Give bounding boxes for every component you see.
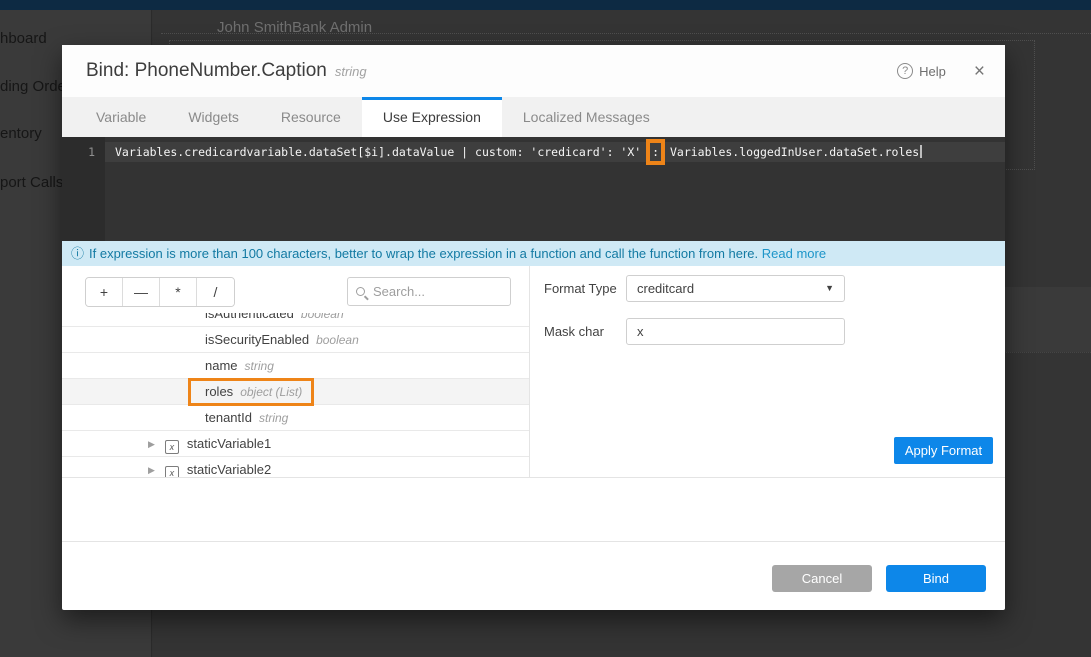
- tree-row-tenantid[interactable]: tenantId string: [62, 405, 529, 431]
- info-text: If expression is more than 100 character…: [89, 246, 758, 261]
- screen: hboard ding Order entory port Calls John…: [0, 0, 1091, 657]
- format-type-label: Format Type: [544, 281, 617, 296]
- apply-format-button[interactable]: Apply Format: [894, 437, 993, 464]
- tree-item-type: object (List): [240, 385, 302, 399]
- variable-icon: x: [165, 440, 179, 454]
- tree-item-type: string: [245, 359, 274, 373]
- chevron-right-icon[interactable]: ▶: [148, 439, 155, 449]
- expression-editor[interactable]: 1 Variables.credicardvariable.dataSet[$i…: [62, 137, 1005, 241]
- tree-item-name: isSecurityEnabled: [205, 332, 309, 347]
- tab-use-expression[interactable]: Use Expression: [362, 97, 502, 137]
- tree-item-name: name: [205, 358, 238, 373]
- tab-localized-messages[interactable]: Localized Messages: [502, 97, 671, 137]
- plus-operator-button[interactable]: +: [86, 278, 123, 306]
- multiply-operator-button[interactable]: *: [160, 278, 197, 306]
- info-icon: ⓘ: [71, 246, 84, 261]
- format-type-select[interactable]: creditcard ▼: [626, 275, 845, 302]
- mask-char-label: Mask char: [544, 324, 604, 339]
- minus-operator-button[interactable]: —: [123, 278, 160, 306]
- dialog-title-text: Bind: PhoneNumber.Caption: [86, 60, 327, 81]
- editor-line-number: 1: [62, 142, 95, 162]
- app-topbar: [0, 0, 1091, 10]
- bind-dialog: Bind: PhoneNumber.Caption string ? Help ×…: [62, 45, 1005, 610]
- tab-widgets[interactable]: Widgets: [167, 97, 260, 137]
- tree-row-name[interactable]: name string: [62, 353, 529, 379]
- text-cursor: [920, 145, 922, 158]
- tree-item-name: isAuthenticated: [205, 313, 294, 321]
- sidebar-item-pending-orders: ding Order: [0, 78, 71, 95]
- dialog-footer: Cancel Bind: [62, 541, 1005, 610]
- tree-item-name: staticVariable1: [187, 436, 271, 451]
- search-box: [347, 277, 511, 306]
- operator-group: + — * /: [85, 277, 235, 307]
- chevron-down-icon: ▼: [825, 276, 834, 301]
- variable-icon: x: [165, 466, 179, 477]
- cancel-button[interactable]: Cancel: [772, 565, 872, 592]
- tree-row-staticvariable2[interactable]: ▶ x staticVariable2: [62, 457, 529, 477]
- tab-variable[interactable]: Variable: [75, 97, 167, 137]
- tree-row-roles[interactable]: roles object (List): [62, 379, 529, 405]
- tree-item-name: roles: [205, 384, 233, 399]
- read-more-link[interactable]: Read more: [762, 246, 826, 261]
- format-panel: Format Type creditcard ▼ Mask char Apply…: [531, 266, 1005, 477]
- divide-operator-button[interactable]: /: [197, 278, 234, 306]
- tree-row-isauthenticated[interactable]: isAuthenticated boolean: [62, 313, 529, 327]
- format-type-value: creditcard: [637, 281, 694, 296]
- search-icon: [356, 287, 365, 296]
- tab-resource[interactable]: Resource: [260, 97, 362, 137]
- tree-item-name: staticVariable2: [187, 462, 271, 477]
- tree-row-staticvariable1[interactable]: ▶ x staticVariable1: [62, 431, 529, 457]
- chevron-right-icon[interactable]: ▶: [148, 465, 155, 475]
- variables-tree: isAuthenticated boolean isSecurityEnabled…: [62, 313, 529, 477]
- expression-pre: Variables.credicardvariable.dataSet[$i].…: [115, 145, 648, 159]
- close-icon[interactable]: ×: [974, 62, 985, 81]
- expression-highlight: :: [652, 145, 659, 159]
- tree-row-issecurityenabled[interactable]: isSecurityEnabled boolean: [62, 327, 529, 353]
- help-label: Help: [919, 64, 946, 79]
- dialog-body: + — * / isAuthenticated boolean isSecurit…: [62, 266, 1005, 478]
- expression-post: Variables.loggedInUser.dataSet.roles: [663, 145, 919, 159]
- sidebar-item-dashboard: hboard: [0, 30, 47, 47]
- search-input[interactable]: [373, 284, 549, 299]
- dialog-header: Bind: PhoneNumber.Caption string ? Help ×: [62, 45, 1005, 97]
- sidebar-item-support-calls: port Calls: [0, 174, 63, 191]
- bind-button[interactable]: Bind: [886, 565, 986, 592]
- info-bar: ⓘ If expression is more than 100 characte…: [62, 241, 1005, 266]
- variables-panel: + — * / isAuthenticated boolean isSecurit…: [62, 266, 530, 477]
- tree-item-type: boolean: [316, 333, 359, 347]
- dialog-tabs: Variable Widgets Resource Use Expression…: [62, 97, 1005, 137]
- expression-text: Variables.credicardvariable.dataSet[$i].…: [115, 142, 922, 162]
- tree-item-type: boolean: [301, 313, 344, 321]
- mask-char-input[interactable]: [626, 318, 845, 345]
- dialog-title: Bind: PhoneNumber.Caption string: [86, 45, 367, 98]
- tree-item-type: string: [259, 411, 288, 425]
- tree-item-name: tenantId: [205, 410, 252, 425]
- help-icon: ?: [897, 63, 913, 79]
- help-button[interactable]: ? Help: [897, 63, 946, 79]
- dialog-title-type: string: [335, 64, 367, 79]
- canvas-dotted-line: [161, 33, 1091, 34]
- sidebar-item-inventory: entory: [0, 125, 42, 142]
